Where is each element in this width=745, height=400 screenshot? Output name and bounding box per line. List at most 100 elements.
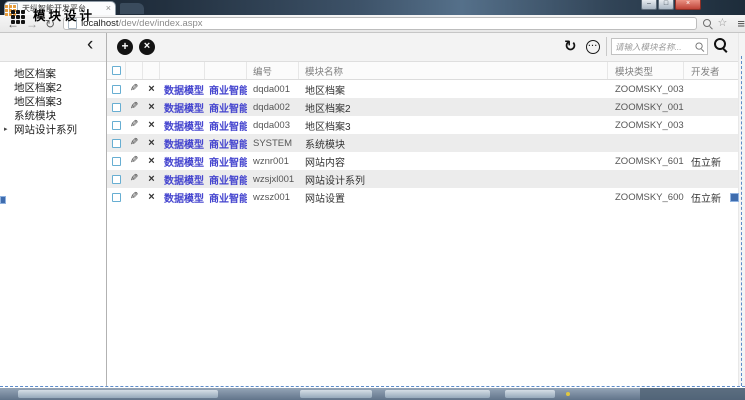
zoom-icon[interactable] (703, 19, 713, 29)
edit-button[interactable]: ✎ (126, 170, 143, 188)
row-checkbox[interactable] (107, 170, 126, 188)
close-button[interactable]: × (675, 0, 701, 10)
edit-button[interactable]: ✎ (126, 152, 143, 170)
module-developer (684, 170, 738, 188)
business-intelligence-link[interactable]: 商业智能 (205, 172, 247, 187)
checkbox-icon[interactable] (112, 139, 121, 148)
add-module-button[interactable]: + (117, 39, 133, 55)
data-model-link[interactable]: 数据模型 (160, 154, 204, 169)
business-intelligence-link[interactable]: 商业智能 (205, 100, 247, 115)
delete-button[interactable]: × (143, 188, 160, 206)
data-model-link[interactable]: 数据模型 (160, 190, 204, 205)
row-checkbox[interactable] (107, 116, 126, 134)
business-intelligence-link[interactable]: 商业智能 (205, 82, 247, 97)
checkbox-icon[interactable] (112, 103, 121, 112)
header-edit-col (126, 62, 143, 79)
edit-pencil-icon[interactable]: ✎ (130, 102, 138, 112)
delete-module-button[interactable]: × (139, 39, 155, 55)
data-model-link[interactable]: 数据模型 (160, 172, 204, 187)
checkbox-icon[interactable] (112, 157, 121, 166)
search-input[interactable] (615, 42, 695, 52)
row-checkbox[interactable] (107, 80, 126, 98)
url-text: localhost/dev/dev/index.aspx (81, 18, 202, 29)
search-box[interactable] (611, 38, 708, 55)
url-bar[interactable]: localhost/dev/dev/index.aspx (63, 17, 696, 30)
tab-close-icon[interactable]: × (106, 4, 111, 13)
edit-pencil-icon[interactable]: ✎ (130, 84, 138, 94)
expand-arrow-icon[interactable]: ▸ (4, 123, 8, 137)
edit-button[interactable]: ✎ (126, 80, 143, 98)
module-table: 编号 模块名称 模块类型 开发者 ✎ × 数据模型 商业智能 dqda001 地… (107, 62, 738, 206)
business-intelligence-link[interactable]: 商业智能 (205, 190, 247, 205)
search-icon[interactable] (695, 42, 703, 50)
taskbar[interactable] (0, 388, 745, 400)
delete-x-icon[interactable]: × (148, 120, 154, 131)
delete-x-icon[interactable]: × (148, 84, 154, 95)
bookmark-star-icon[interactable]: ☆ (718, 18, 728, 29)
delete-button[interactable]: × (143, 98, 160, 116)
more-options-icon[interactable]: ··· (586, 40, 600, 54)
checkbox-icon[interactable] (112, 175, 121, 184)
edit-pencil-icon[interactable]: ✎ (130, 192, 138, 202)
delete-button[interactable]: × (143, 134, 160, 152)
data-model-link[interactable]: 数据模型 (160, 118, 204, 133)
checkbox-icon[interactable] (112, 193, 121, 202)
edit-pencil-icon[interactable]: ✎ (130, 120, 138, 130)
refresh-icon[interactable]: ↻ (564, 38, 577, 55)
sidebar-item[interactable]: ▸ 地区档案 (0, 67, 106, 81)
checkbox-icon[interactable] (112, 85, 121, 94)
sidebar-item[interactable]: ▸ 系统模块 (0, 109, 106, 123)
delete-button[interactable]: × (143, 152, 160, 170)
edit-button[interactable]: ✎ (126, 98, 143, 116)
row-checkbox[interactable] (107, 98, 126, 116)
minimize-button[interactable]: – (641, 0, 657, 10)
maximize-button[interactable]: □ (658, 0, 674, 10)
new-tab-button[interactable] (120, 3, 144, 14)
edit-pencil-icon[interactable]: ✎ (130, 174, 138, 184)
header-model-col (160, 62, 205, 79)
module-type: ZOOMSKY_003 (608, 80, 684, 98)
data-model-link[interactable]: 数据模型 (160, 82, 204, 97)
module-name: 地区档案 (299, 80, 608, 98)
data-model-link[interactable]: 数据模型 (160, 136, 204, 151)
checkbox-icon[interactable] (112, 121, 121, 130)
business-intelligence-link[interactable]: 商业智能 (205, 154, 247, 169)
delete-x-icon[interactable]: × (148, 156, 154, 167)
edit-pencil-icon[interactable]: ✎ (130, 138, 138, 148)
delete-button[interactable]: × (143, 170, 160, 188)
sidebar-item[interactable]: ▸ 地区档案3 (0, 95, 106, 109)
module-developer: 伍立新 (684, 152, 738, 170)
selection-handle-left (0, 196, 6, 204)
data-model-link[interactable]: 数据模型 (160, 100, 204, 115)
browser-navbar: ← → ↻ localhost/dev/dev/index.aspx ☆ ≡ (0, 15, 745, 33)
business-intelligence-link[interactable]: 商业智能 (205, 118, 247, 133)
business-intelligence-link[interactable]: 商业智能 (205, 136, 247, 151)
delete-button[interactable]: × (143, 116, 160, 134)
row-checkbox[interactable] (107, 152, 126, 170)
delete-x-icon[interactable]: × (148, 174, 154, 185)
header-type: 模块类型 (608, 62, 684, 79)
sidebar-item[interactable]: ▸ 网站设计系列 (0, 123, 106, 137)
advanced-search-icon[interactable] (714, 38, 728, 52)
row-checkbox[interactable] (107, 134, 126, 152)
edit-button[interactable]: ✎ (126, 134, 143, 152)
taskbar-item[interactable] (385, 390, 490, 398)
row-checkbox[interactable] (107, 188, 126, 206)
delete-button[interactable]: × (143, 80, 160, 98)
taskbar-item[interactable] (300, 390, 372, 398)
collapse-sidebar-icon[interactable]: ‹ (87, 34, 93, 56)
browser-menu-icon[interactable]: ≡ (737, 17, 745, 30)
delete-x-icon[interactable]: × (148, 102, 154, 113)
delete-x-icon[interactable]: × (148, 192, 154, 203)
edit-pencil-icon[interactable]: ✎ (130, 156, 138, 166)
taskbar-item[interactable] (505, 390, 555, 398)
checkbox-icon[interactable] (112, 66, 121, 75)
edit-button[interactable]: ✎ (126, 116, 143, 134)
sidebar-item-label: 网站设计系列 (14, 124, 77, 136)
taskbar-item[interactable] (18, 390, 218, 398)
select-all-checkbox[interactable] (107, 62, 126, 79)
delete-x-icon[interactable]: × (148, 138, 154, 149)
sidebar-item[interactable]: ▸ 地区档案2 (0, 81, 106, 95)
edit-button[interactable]: ✎ (126, 188, 143, 206)
toolbar-divider (606, 37, 607, 56)
